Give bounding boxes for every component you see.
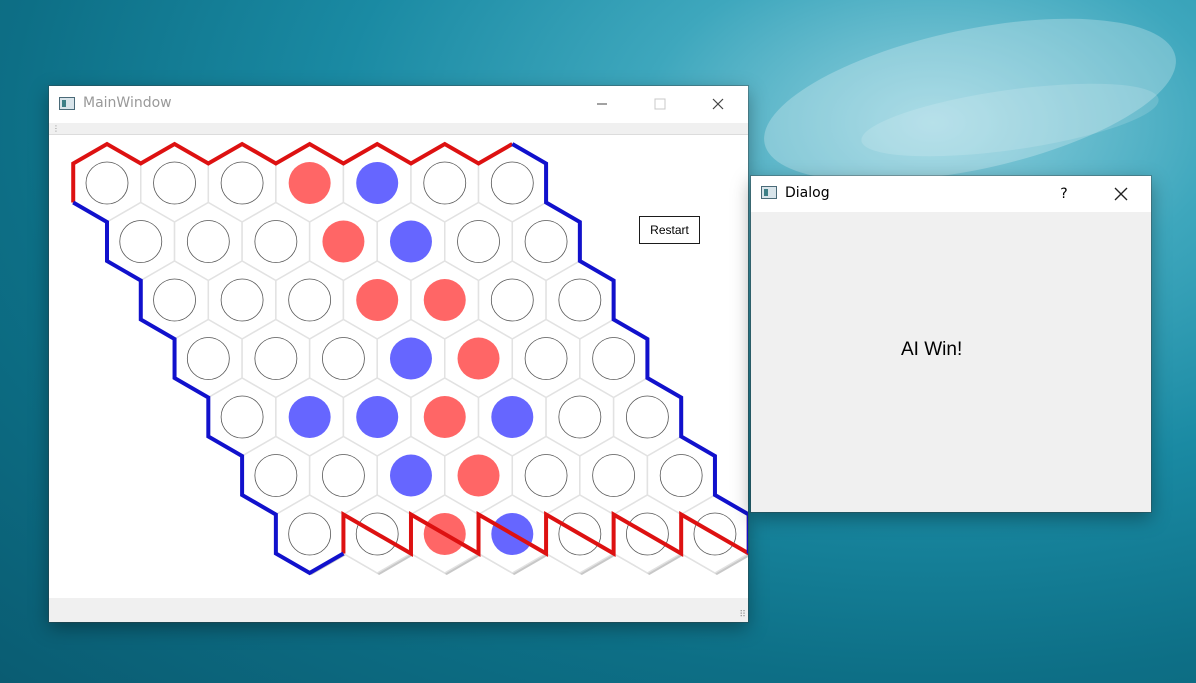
- dialog-window: Dialog ? AI Win!: [751, 176, 1151, 512]
- dialog-title: Dialog: [785, 185, 830, 201]
- red-stone: [322, 220, 365, 263]
- main-window: MainWindow ⋮ Restart ⠿: [49, 86, 748, 622]
- blue-stone: [356, 396, 399, 438]
- status-bar: ⠿: [49, 598, 748, 622]
- close-button[interactable]: [695, 89, 741, 119]
- red-stone: [423, 396, 466, 438]
- hex-board: [71, 141, 748, 576]
- toolbar-grip-icon[interactable]: ⋮: [52, 125, 60, 133]
- red-stone: [457, 337, 500, 380]
- blue-stone: [389, 220, 432, 263]
- main-window-titlebar[interactable]: MainWindow: [49, 86, 748, 123]
- minimize-icon: [597, 103, 607, 105]
- blue-stone: [288, 396, 331, 438]
- dialog-close-button[interactable]: [1098, 179, 1144, 209]
- dialog-titlebar[interactable]: Dialog ?: [751, 176, 1151, 212]
- toolbar: ⋮: [49, 123, 748, 135]
- blue-stone: [389, 454, 432, 497]
- close-icon: [1114, 187, 1128, 201]
- app-window-icon: [761, 186, 777, 199]
- result-message: AI Win!: [901, 339, 963, 360]
- minimize-button[interactable]: [579, 89, 625, 119]
- blue-stone: [491, 396, 534, 438]
- close-icon: [712, 98, 724, 110]
- red-stone: [288, 162, 331, 204]
- main-window-title: MainWindow: [83, 95, 172, 111]
- help-icon: ?: [1060, 186, 1068, 202]
- maximize-icon: [654, 98, 666, 110]
- blue-stone: [389, 337, 432, 380]
- help-button[interactable]: ?: [1041, 179, 1087, 209]
- app-window-icon: [59, 97, 75, 110]
- red-stone: [356, 279, 399, 321]
- size-grip-icon[interactable]: ⠿: [739, 611, 746, 620]
- restart-button[interactable]: Restart: [639, 216, 700, 244]
- blue-stone: [356, 162, 399, 204]
- red-stone: [457, 454, 500, 497]
- red-stone: [423, 279, 466, 321]
- game-area: Restart: [49, 135, 748, 598]
- maximize-button[interactable]: [637, 89, 683, 119]
